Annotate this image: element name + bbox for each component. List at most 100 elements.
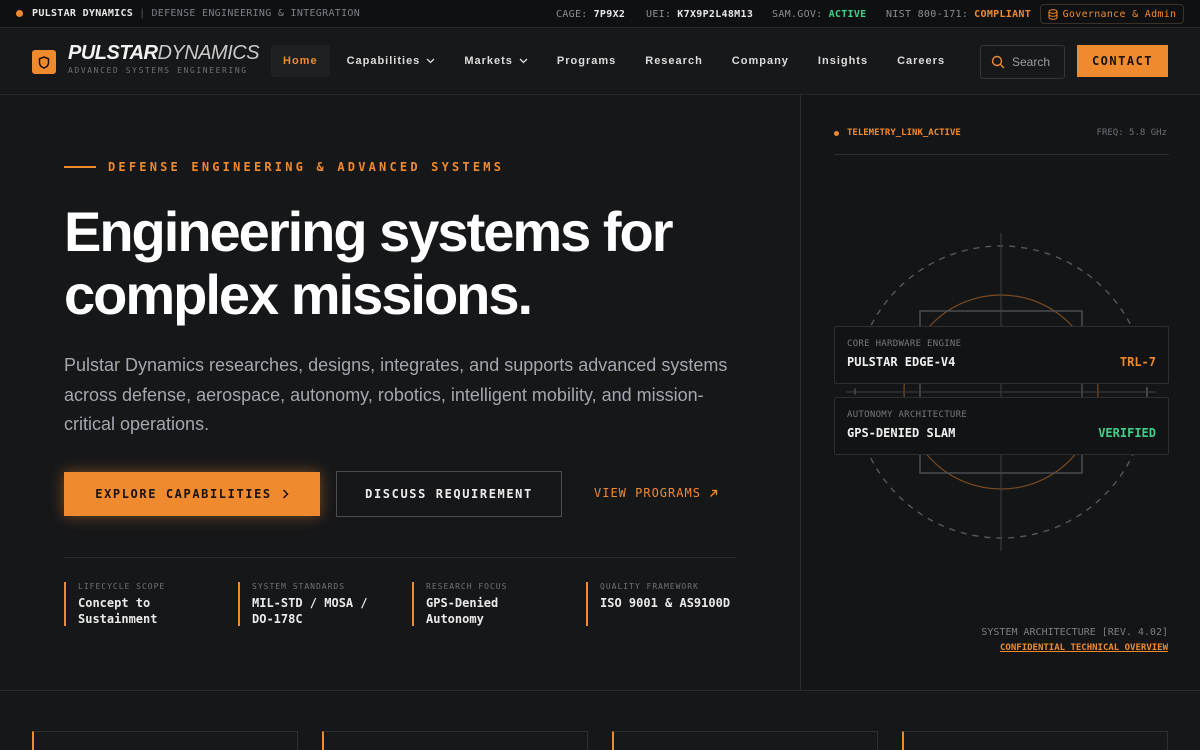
nav-insights[interactable]: Insights [806, 45, 880, 77]
nist-label: NIST 800-171: [886, 8, 969, 20]
nav-research-label: Research [645, 55, 703, 67]
stat-key: QUALITY FRAMEWORK [600, 582, 699, 591]
nav-programs[interactable]: Programs [545, 45, 628, 77]
stat-research: RESEARCH FOCUS GPS-Denied Autonomy [412, 582, 507, 626]
confidential-overview-link[interactable]: CONFIDENTIAL_TECHNICAL_OVERVIEW [1000, 643, 1168, 653]
nav-markets[interactable]: Markets [452, 45, 540, 77]
logo-wordmark[interactable]: PULSTARDYNAMICS [68, 42, 260, 65]
shield-icon [38, 55, 50, 69]
nav-home[interactable]: Home [271, 45, 330, 77]
stat-value-line-2: Autonomy [426, 612, 484, 626]
nav-programs-label: Programs [556, 55, 617, 67]
nav-company[interactable]: Company [720, 45, 801, 77]
nav-careers[interactable]: Careers [885, 45, 957, 77]
chevron-down-icon [426, 58, 435, 64]
status-dot [16, 10, 23, 17]
card-status: VERIFIED [1098, 426, 1156, 440]
cage-code: CAGE: 7P9X2 [556, 0, 625, 28]
uei-label: UEI: [646, 8, 672, 20]
stat-standards: SYSTEM STANDARDS MIL-STD / MOSA / DO-178C [238, 582, 368, 626]
nav-insights-label: Insights [817, 55, 869, 67]
nav-home-label: Home [283, 55, 318, 67]
top-utility-bar: PULSTAR DYNAMICS | DEFENSE ENGINEERING &… [0, 0, 1200, 28]
sam-label: SAM.GOV: [772, 8, 823, 20]
uei-value: K7X9P2L48M13 [677, 8, 754, 20]
logo-mark[interactable] [32, 50, 56, 74]
stat-key: RESEARCH FOCUS [426, 582, 508, 591]
chevron-down-icon [519, 58, 528, 64]
view-programs-link[interactable]: VIEW PROGRAMS [594, 486, 718, 500]
cage-label: CAGE: [556, 8, 588, 20]
stat-value-line-2: Sustainment [78, 612, 158, 626]
telemetry-label: TELEMETRY_LINK_ACTIVE [847, 128, 961, 138]
card-value: PULSTAR EDGE-V4 [847, 355, 956, 369]
nav-markets-label: Markets [464, 55, 513, 67]
stat-value: MIL-STD / MOSA / DO-178C [252, 595, 368, 627]
arrow-up-right-icon [709, 489, 718, 497]
nav-research[interactable]: Research [633, 45, 715, 77]
stat-value-line-1: GPS-Denied [426, 596, 499, 610]
stat-key: SYSTEM STANDARDS [252, 582, 346, 591]
stat-key: LIFECYCLE SCOPE [78, 582, 166, 591]
telemetry-status: TELEMETRY_LINK_ACTIVE [834, 128, 961, 138]
stat-value-line-1: ISO 9001 & AS9100D [600, 596, 731, 610]
stat-value: ISO 9001 & AS9100D [600, 595, 730, 611]
explore-capabilities-button[interactable]: EXPLORE CAPABILITIES [64, 472, 320, 516]
contact-button[interactable]: CONTACT [1077, 45, 1168, 77]
panel-divider [834, 154, 1169, 155]
uei-code: UEI: K7X9P2L48M13 [646, 0, 753, 28]
sam-status: SAM.GOV: ACTIVE [772, 0, 867, 28]
chevron-right-icon [282, 489, 289, 499]
system-diagram [846, 233, 1156, 551]
eyebrow-rule [64, 166, 96, 168]
logo-bold: PULSTAR [68, 42, 158, 64]
system-panel: TELEMETRY_LINK_ACTIVE FREQ: 5.8 GHz CORE… [800, 95, 1200, 690]
sam-value: ACTIVE [828, 8, 867, 20]
hero-lede: Pulstar Dynamics researches, designs, in… [64, 355, 728, 434]
view-programs-label: VIEW PROGRAMS [594, 486, 701, 500]
stat-quality: QUALITY FRAMEWORK ISO 9001 & AS9100D [586, 582, 730, 626]
feature-card[interactable] [612, 731, 878, 750]
hero-eyebrow: DEFENSE ENGINEERING & ADVANCED SYSTEMS [64, 160, 504, 174]
stat-value-line-1: Concept to [78, 596, 151, 610]
card-key: CORE HARDWARE ENGINE [847, 339, 962, 349]
discuss-requirement-button[interactable]: DISCUSS REQUIREMENT [336, 471, 562, 517]
database-icon [1048, 8, 1058, 20]
stat-value-line-1: MIL-STD / MOSA / [252, 596, 368, 610]
feature-card[interactable] [32, 731, 298, 750]
stat-value: GPS-Denied Autonomy [426, 595, 507, 627]
cage-value: 7P9X2 [593, 8, 626, 20]
card-key: AUTONOMY ARCHITECTURE [847, 410, 968, 420]
nist-value: COMPLIANT [974, 8, 1032, 20]
hero-divider [64, 557, 736, 558]
nav-careers-label: Careers [897, 55, 946, 67]
search-label: Search [1012, 55, 1051, 69]
admin-label: Governance & Admin [1062, 8, 1177, 20]
headline-line-1: Engineering systems for [64, 200, 674, 263]
card-status: TRL-7 [1119, 355, 1156, 369]
topbar-separator: | [139, 8, 146, 19]
architecture-label: SYSTEM ARCHITECTURE [REV. 4.02] [981, 627, 1168, 638]
hardware-engine-card: CORE HARDWARE ENGINE PULSTAR EDGE-V4 TRL… [834, 326, 1169, 384]
stat-value: Concept to Sustainment [78, 595, 165, 627]
search-icon [991, 55, 1005, 69]
governance-admin-button[interactable]: Governance & Admin [1040, 4, 1184, 24]
telemetry-dot [834, 130, 839, 136]
feature-card[interactable] [322, 731, 588, 750]
stat-value-line-2: DO-178C [252, 612, 303, 626]
logo-subtitle: ADVANCED SYSTEMS ENGINEERING [68, 66, 248, 75]
main-navigation: PULSTARDYNAMICS ADVANCED SYSTEMS ENGINEE… [0, 28, 1200, 95]
stat-lifecycle: LIFECYCLE SCOPE Concept to Sustainment [64, 582, 165, 626]
eyebrow-text: DEFENSE ENGINEERING & ADVANCED SYSTEMS [108, 160, 505, 174]
search-button[interactable]: Search [980, 45, 1065, 79]
nav-capabilities[interactable]: Capabilities [335, 45, 448, 77]
topbar-tagline: DEFENSE ENGINEERING & INTEGRATION [151, 8, 361, 19]
nav-capabilities-label: Capabilities [346, 55, 421, 67]
headline-line-2: complex missions. [64, 263, 533, 326]
logo-light: DYNAMICS [157, 42, 260, 64]
card-value: GPS-DENIED SLAM [847, 426, 956, 440]
feature-card[interactable] [902, 731, 1168, 750]
section-divider [0, 690, 1200, 691]
autonomy-architecture-card: AUTONOMY ARCHITECTURE GPS-DENIED SLAM VE… [834, 397, 1169, 455]
hero-headline: Engineering systems for complex missions… [64, 200, 784, 326]
